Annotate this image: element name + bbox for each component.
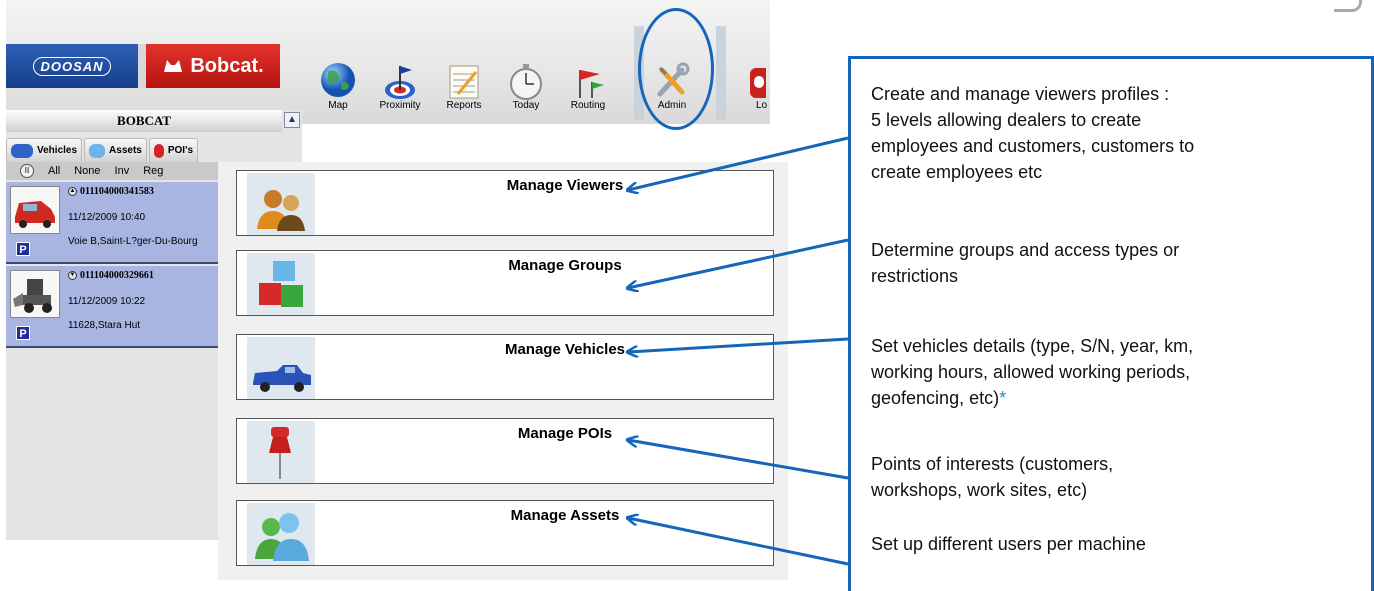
toolbar-proximity-button[interactable]: Proximity: [368, 60, 432, 111]
logout-icon: [736, 60, 772, 104]
manage-vehicles-label: Manage Vehicles: [504, 341, 626, 358]
pickup-truck-icon: [247, 337, 315, 399]
filter-inv[interactable]: Inv: [115, 165, 130, 177]
direction-icon: ▼: [68, 271, 77, 280]
tab-assets[interactable]: Assets: [84, 138, 147, 162]
parked-badge: P: [16, 326, 30, 340]
van-icon: [10, 186, 60, 234]
globe-icon: [316, 60, 360, 104]
viewers-people-icon: [247, 173, 315, 235]
notepad-icon: [442, 60, 486, 104]
users-icon: [89, 143, 106, 158]
admin-menu: Manage Viewers Manage Groups Manage Vehi…: [218, 162, 788, 580]
corner-decoration: [1334, 0, 1362, 12]
tab-vehicles[interactable]: Vehicles: [6, 138, 83, 162]
manage-pois-button[interactable]: Manage POIs: [236, 418, 774, 484]
direction-icon: ▲: [68, 187, 77, 196]
users-icon: [247, 503, 315, 565]
vehicle-id: ▲ 011104000341583: [68, 186, 154, 197]
vehicle-id-text: 011104000341583: [80, 186, 154, 197]
loader-icon: [10, 270, 60, 318]
manage-viewers-button[interactable]: Manage Viewers: [236, 170, 774, 236]
push-pin-icon: [247, 421, 315, 483]
admin-highlight-circle: [638, 8, 714, 130]
manage-vehicles-button[interactable]: Manage Vehicles: [236, 334, 774, 400]
vehicle-datetime: 11/12/2009 10:40: [68, 212, 146, 223]
vehicle-id-text: 011104000329661: [80, 270, 154, 281]
assets-description: Set up different users per machine: [871, 534, 1146, 554]
filter-reg[interactable]: Reg: [143, 165, 163, 177]
toolbar-map-button[interactable]: Map: [306, 60, 370, 111]
viewers-description: Create and manage viewers profiles : 5 l…: [871, 84, 1195, 182]
target-flag-icon: [378, 60, 422, 104]
groups-description: Determine groups and access types or res…: [871, 240, 1180, 286]
manage-assets-button[interactable]: Manage Assets: [236, 500, 774, 566]
parked-badge: P: [16, 242, 30, 256]
filter-none[interactable]: None: [74, 165, 100, 177]
toolbar-routing-button[interactable]: Routing: [556, 60, 620, 111]
tab-pois[interactable]: POI's: [148, 138, 199, 162]
scroll-up-button[interactable]: ▲: [284, 112, 300, 128]
bobcat-logo: Bobcat.: [146, 44, 280, 88]
tab-assets-label: Assets: [109, 145, 142, 156]
vehicles-description: Set vehicles details (type, S/N, year, k…: [871, 336, 1194, 408]
manage-pois-label: Manage POIs: [517, 425, 613, 442]
doosan-logo: DOOSAN: [6, 44, 138, 88]
filter-all[interactable]: All: [48, 165, 60, 177]
toolbar-reports-button[interactable]: Reports: [432, 60, 496, 111]
car-icon: [11, 143, 33, 158]
tab-pois-label: POI's: [167, 145, 194, 156]
manage-groups-label: Manage Groups: [508, 257, 622, 274]
manage-groups-button[interactable]: Manage Groups: [236, 250, 774, 316]
vehicle-id: ▼ 011104000329661: [68, 270, 154, 281]
stopwatch-icon: [504, 60, 548, 104]
bobcat-cat-icon: [162, 56, 184, 77]
toolbar-logout-button[interactable]: Lo: [736, 60, 776, 111]
footnote-star: *: [999, 388, 1007, 408]
push-pin-icon: [153, 143, 164, 158]
vehicle-datetime: 11/12/2009 10:22: [68, 296, 146, 307]
pois-description: Points of interests (customers, workshop…: [871, 454, 1114, 500]
pause-icon[interactable]: II: [20, 164, 34, 178]
tab-vehicles-label: Vehicles: [37, 145, 78, 156]
description-callout: Create and manage viewers profiles : 5 l…: [848, 56, 1374, 591]
panel-title: BOBCAT: [6, 110, 282, 132]
brand-bar: DOOSAN Bobcat.: [6, 44, 280, 88]
route-flags-icon: [566, 60, 610, 104]
bobcat-logo-text: Bobcat.: [190, 54, 264, 77]
panel-tabs: Vehicles Assets POI's: [6, 134, 302, 162]
manage-viewers-label: Manage Viewers: [506, 177, 624, 194]
manage-assets-label: Manage Assets: [510, 507, 620, 524]
doosan-logo-text: DOOSAN: [33, 56, 111, 76]
cubes-icon: [247, 253, 315, 315]
toolbar-today-button[interactable]: Today: [494, 60, 558, 111]
